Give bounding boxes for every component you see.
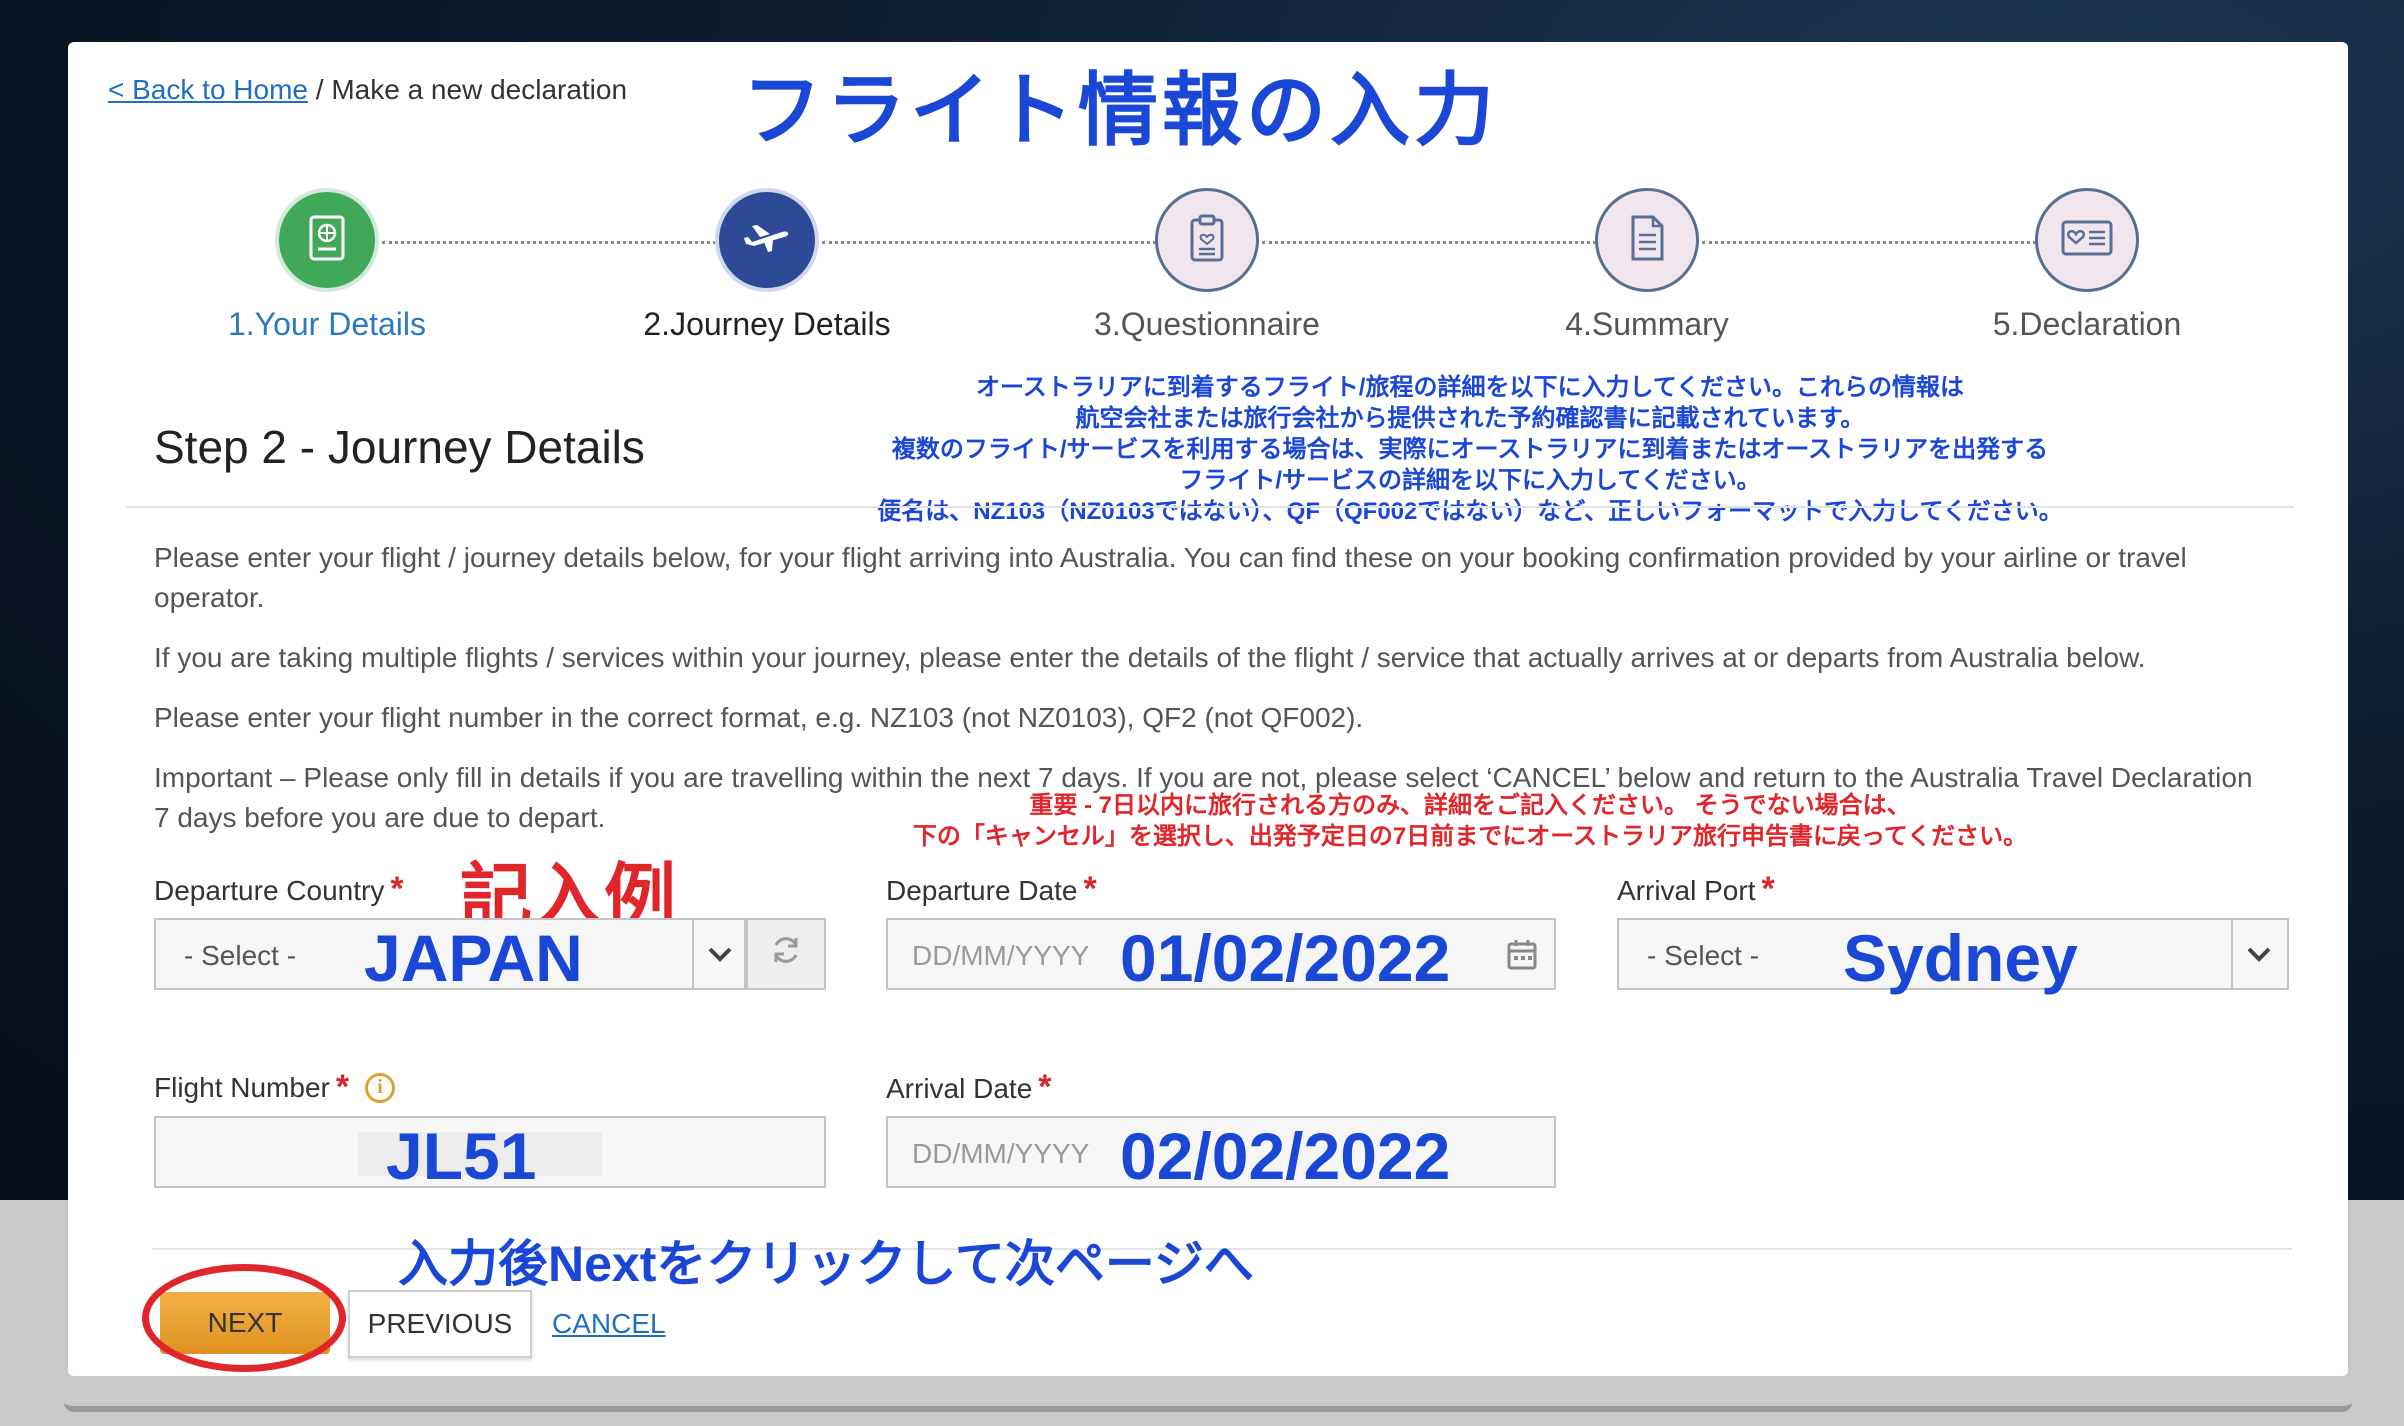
- annotation-important-line: 下の「キャンセル」を選択し、出発予定日の7日前までにオーストラリア旅行申告書に戻…: [912, 823, 2028, 850]
- heading-divider: [126, 506, 2294, 508]
- departure-date-input[interactable]: DD/MM/YYYY 01/02/2022: [886, 918, 1556, 995]
- stepper-connector-1: [382, 241, 716, 244]
- annotation-title: フライト情報の入力: [742, 66, 1498, 155]
- passport-icon: [305, 213, 349, 268]
- step-2-circle[interactable]: [715, 188, 819, 292]
- back-to-home-link[interactable]: < Back to Home: [108, 74, 308, 105]
- select-divider: [692, 920, 694, 988]
- annotation-note-line: フライト/サービスの詳細を以下に入力してください。: [1179, 467, 1761, 494]
- departure-country-label-text: Departure Country: [154, 875, 385, 906]
- breadcrumb-current: Make a new declaration: [331, 74, 628, 105]
- document-icon: [1627, 213, 1667, 268]
- annotation-next: 入力後Nextをクリックして次ページへ: [398, 1236, 1254, 1292]
- annotation-highlight-ring: [142, 1264, 346, 1372]
- required-marker: *: [1038, 1068, 1052, 1106]
- required-marker: *: [390, 870, 404, 908]
- departure-date-placeholder: DD/MM/YYYY: [912, 940, 1090, 971]
- annotation-note: オーストラリアに到着するフライト/旅程の詳細を以下に入力してください。これらの情…: [780, 372, 2160, 527]
- step-5-label[interactable]: 5.Declaration: [1927, 306, 2247, 343]
- instruction-paragraph: Please enter your flight / journey detai…: [154, 542, 2187, 613]
- required-marker: *: [1083, 870, 1097, 908]
- annotation-important: 重要 - 7日以内に旅行される方のみ、詳細をご記入ください。 そうでない場合は、…: [780, 790, 2160, 852]
- arrival-port-example: Sydney: [1843, 921, 2078, 995]
- required-marker: *: [1761, 870, 1775, 908]
- refresh-icon: [769, 933, 803, 976]
- step-1-circle[interactable]: [275, 188, 379, 292]
- departure-date-label: Departure Date *: [886, 870, 1097, 909]
- flight-number-label: Flight Number * i: [154, 1068, 396, 1107]
- departure-country-select[interactable]: - Select - JAPAN: [154, 918, 746, 995]
- arrival-port-label-text: Arrival Port: [1617, 875, 1756, 906]
- departure-country-label: Departure Country *: [154, 870, 404, 909]
- flight-number-example: JL51: [386, 1119, 537, 1193]
- card-heart-icon: [2060, 218, 2114, 263]
- airplane-icon: [742, 218, 792, 263]
- annotation-note-line: 航空会社または旅行会社から提供された予約確認書に記載されています。: [1075, 405, 1865, 432]
- instruction-paragraph: If you are taking multiple flights / ser…: [154, 642, 2146, 673]
- departure-date-example: 01/02/2022: [1120, 921, 1451, 995]
- arrival-date-input[interactable]: DD/MM/YYYY 02/02/2022: [886, 1116, 1556, 1193]
- step-3-circle[interactable]: [1155, 188, 1259, 292]
- stepper-connector-2: [822, 241, 1156, 244]
- instruction-paragraph: Please enter your flight number in the c…: [154, 702, 1364, 733]
- arrival-port-select-text: - Select -: [1647, 940, 1760, 971]
- clipboard-icon: [1187, 213, 1227, 268]
- step-1-label[interactable]: 1.Your Details: [167, 306, 487, 343]
- arrival-date-label: Arrival Date *: [886, 1068, 1052, 1107]
- page-title: Step 2 - Journey Details: [154, 421, 645, 473]
- annotation-important-line: 重要 - 7日以内に旅行される方のみ、詳細をご記入ください。 そうでない場合は、: [1029, 792, 1911, 819]
- step-3-label[interactable]: 3.Questionnaire: [1047, 306, 1367, 343]
- stepper-connector-4: [1702, 241, 2036, 244]
- step-4-circle[interactable]: [1595, 188, 1699, 292]
- breadcrumb-separator: /: [307, 74, 332, 105]
- required-marker: *: [335, 1068, 350, 1106]
- step-5-circle[interactable]: [2035, 188, 2139, 292]
- previous-button[interactable]: PREVIOUS: [348, 1290, 532, 1358]
- info-icon[interactable]: i: [365, 1072, 396, 1103]
- annotation-note-line: オーストラリアに到着するフライト/旅程の詳細を以下に入力してください。これらの情…: [975, 374, 1965, 401]
- departure-country-select-text: - Select -: [184, 940, 297, 971]
- step-4-label[interactable]: 4.Summary: [1487, 306, 1807, 343]
- arrival-port-label: Arrival Port *: [1617, 870, 1775, 909]
- refresh-button[interactable]: [746, 918, 826, 990]
- flight-number-label-text: Flight Number: [154, 1071, 330, 1103]
- chevron-down-icon[interactable]: [704, 936, 736, 980]
- flight-number-input[interactable]: JL51: [154, 1116, 826, 1193]
- arrival-port-select[interactable]: - Select - Sydney: [1617, 918, 2289, 995]
- arrival-date-placeholder: DD/MM/YYYY: [912, 1138, 1090, 1169]
- calendar-icon[interactable]: [1506, 938, 1538, 972]
- arrival-date-example: 02/02/2022: [1120, 1119, 1451, 1193]
- stepper-connector-3: [1262, 241, 1596, 244]
- departure-date-label-text: Departure Date: [886, 875, 1078, 906]
- select-divider: [2231, 920, 2233, 988]
- cancel-link[interactable]: CANCEL: [552, 1308, 666, 1340]
- card-shadow: [64, 1380, 2352, 1412]
- chevron-down-icon[interactable]: [2243, 936, 2275, 980]
- annotation-note-line: 便名は、NZ103（NZ0103ではない）、QF（QF002ではない）など、正し…: [877, 498, 2063, 525]
- annotation-note-line: 複数のフライト/サービスを利用する場合は、実際にオーストラリアに到着またはオース…: [891, 436, 2049, 463]
- arrival-date-label-text: Arrival Date: [886, 1073, 1033, 1104]
- step-2-label[interactable]: 2.Journey Details: [607, 306, 927, 343]
- breadcrumb: < Back to Home / Make a new declaration: [108, 74, 627, 106]
- departure-country-example: JAPAN: [364, 921, 583, 995]
